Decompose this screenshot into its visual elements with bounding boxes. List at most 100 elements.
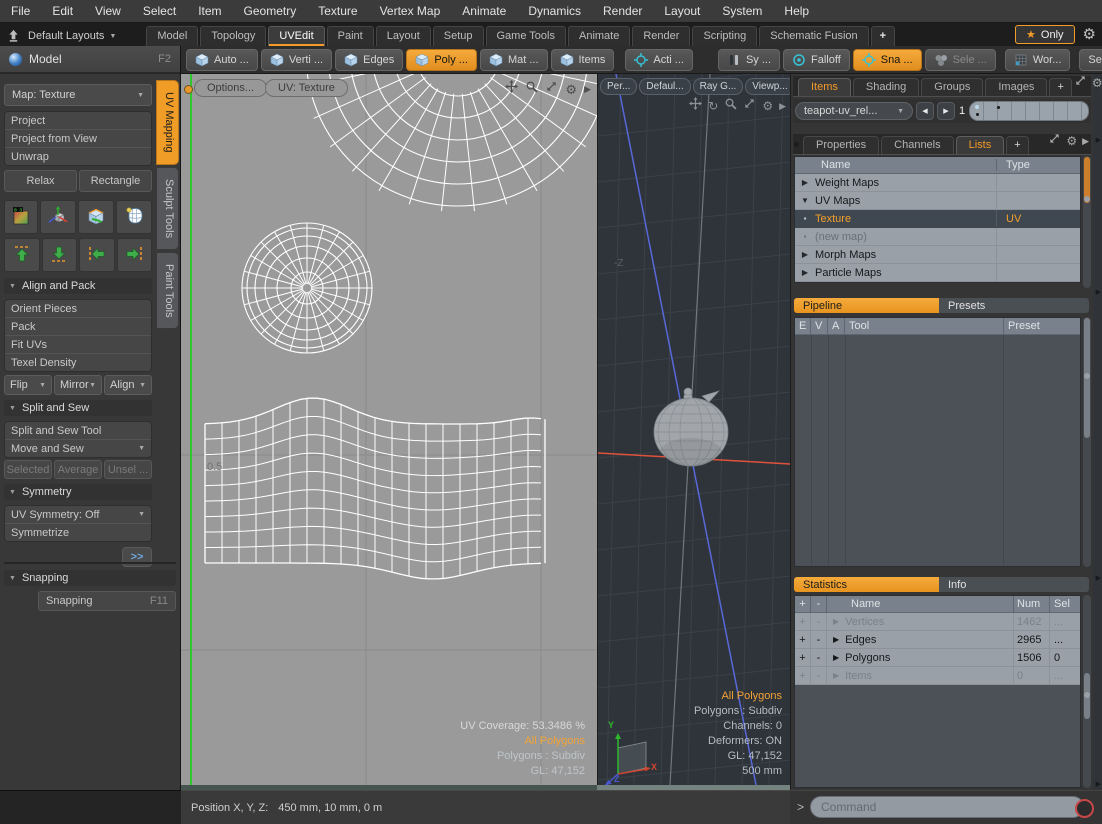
- snapping-button[interactable]: Snapping F11: [38, 591, 176, 611]
- menu-item-vertex-map[interactable]: Vertex Map: [369, 0, 452, 22]
- gear-icon[interactable]: ⚙: [762, 100, 773, 112]
- magnify-icon[interactable]: [525, 80, 538, 98]
- command-input[interactable]: [810, 796, 1084, 818]
- expand-plus-button[interactable]: +: [795, 631, 811, 648]
- move-icon[interactable]: [689, 97, 702, 115]
- move-icon[interactable]: [505, 80, 518, 98]
- menu-item-texture[interactable]: Texture: [307, 0, 368, 22]
- menu-item-select[interactable]: Select: [132, 0, 187, 22]
- tab-uv-mapping[interactable]: UV Mapping: [156, 80, 179, 165]
- extrude-tool-button[interactable]: [78, 200, 114, 234]
- layout-tab-uvedit[interactable]: UVEdit: [268, 26, 324, 46]
- texel-density-button[interactable]: Texel Density: [5, 353, 151, 371]
- default-layouts-dropdown[interactable]: Default Layouts ▼: [28, 30, 116, 42]
- statistics-scrollbar[interactable]: [1083, 595, 1091, 788]
- layout-tab-model[interactable]: Model: [146, 26, 198, 46]
- menu-item-item[interactable]: Item: [187, 0, 232, 22]
- expand-plus-button[interactable]: +: [795, 667, 811, 684]
- fit-uvs-button[interactable]: Fit UVs: [5, 335, 151, 353]
- toolbar-button-mat[interactable]: Mat ...: [480, 49, 548, 71]
- uv-wrap-tool-button[interactable]: [116, 200, 152, 234]
- panel-collapse-arrow-icon[interactable]: ▶: [1096, 136, 1101, 144]
- section-snapping[interactable]: ▼ Snapping: [4, 570, 176, 586]
- collapsed-arrow-icon[interactable]: ▶: [795, 178, 815, 187]
- expand-plus-button[interactable]: +: [795, 613, 811, 630]
- rectangle-button[interactable]: Rectangle: [79, 170, 152, 192]
- collapse-minus-button[interactable]: -: [811, 667, 827, 684]
- tab-pipeline[interactable]: Pipeline: [794, 298, 939, 313]
- expand-icon[interactable]: [743, 97, 756, 115]
- layout-tab-scripting[interactable]: Scripting: [692, 26, 757, 46]
- layout-export-icon[interactable]: [0, 25, 26, 45]
- magnify-icon[interactable]: [724, 97, 737, 115]
- expand-icon[interactable]: [545, 80, 558, 98]
- lists-row-uv-maps[interactable]: ▼UV Maps: [795, 192, 1080, 210]
- favorites-only-button[interactable]: ★ Only: [1015, 25, 1075, 44]
- mirror-dropdown[interactable]: Mirror▼: [54, 375, 102, 395]
- unwrap-button[interactable]: Unwrap: [5, 147, 151, 165]
- collapsed-arrow-icon[interactable]: ▶: [795, 250, 815, 259]
- tab-info[interactable]: Info: [939, 577, 1089, 592]
- collapse-minus-button[interactable]: -: [811, 649, 827, 666]
- project-from-view-button[interactable]: Project from View: [5, 129, 151, 147]
- properties-add-tab-button[interactable]: +: [1006, 136, 1028, 154]
- tab-viewport-options[interactable]: Viewp...: [745, 78, 790, 95]
- align-arrow-left-button[interactable]: [79, 238, 115, 272]
- layout-tab-schematic-fusion[interactable]: Schematic Fusion: [759, 26, 868, 46]
- play-icon[interactable]: ▶: [1082, 135, 1089, 147]
- collapsed-arrow-icon[interactable]: ▶: [833, 617, 839, 626]
- tab-groups[interactable]: Groups: [921, 78, 983, 96]
- unselected-button[interactable]: Unsel ...: [104, 460, 152, 479]
- uv-texture-tab[interactable]: UV: Texture: [265, 79, 348, 97]
- play-icon[interactable]: ▶: [779, 100, 786, 112]
- panel-collapse-arrow-icon[interactable]: ▶: [1096, 288, 1101, 296]
- panel-collapse-arrow-icon[interactable]: ▶: [1096, 574, 1101, 582]
- window-widget-dot-icon[interactable]: [794, 142, 799, 147]
- menu-item-view[interactable]: View: [84, 0, 132, 22]
- orient-pieces-button[interactable]: Orient Pieces: [5, 300, 151, 317]
- statistics-column-name[interactable]: Name: [827, 596, 1014, 612]
- statistics-column-sel[interactable]: Sel: [1050, 596, 1080, 612]
- layout-tab-topology[interactable]: Topology: [200, 26, 266, 46]
- layout-tab-game-tools[interactable]: Game Tools: [486, 26, 567, 46]
- layout-tab-layout[interactable]: Layout: [376, 26, 431, 46]
- column-type[interactable]: Type: [996, 159, 1080, 171]
- panel-edge-strip[interactable]: ▶▶▶▶▶: [1093, 74, 1102, 790]
- collapsed-arrow-icon[interactable]: ▶: [833, 653, 839, 662]
- pipeline-column-a[interactable]: A: [828, 318, 845, 334]
- tab-sculpt-tools[interactable]: Sculpt Tools: [156, 167, 179, 250]
- toolbar-button-auto[interactable]: Auto ...: [186, 49, 258, 71]
- gradient-tool-button[interactable]: 0 3: [4, 200, 38, 234]
- section-align-and-pack[interactable]: ▼ Align and Pack: [4, 278, 152, 294]
- menu-item-render[interactable]: Render: [592, 0, 653, 22]
- pipeline-column-e[interactable]: E: [795, 318, 811, 334]
- selected-button[interactable]: Selected: [4, 460, 52, 479]
- toolbar-button-edges[interactable]: Edges: [335, 49, 403, 71]
- tab-images[interactable]: Images: [985, 78, 1047, 96]
- uv-symmetry-dropdown[interactable]: UV Symmetry: Off ▼: [5, 506, 151, 523]
- split-sew-tool-button[interactable]: Split and Sew Tool: [5, 422, 151, 439]
- project-button[interactable]: Project: [5, 112, 151, 129]
- tab-perspective[interactable]: Per...: [600, 78, 637, 95]
- expanded-arrow-icon[interactable]: ▼: [795, 196, 815, 205]
- add-layout-tab-button[interactable]: +: [871, 26, 895, 46]
- expand-icon[interactable]: [1074, 74, 1087, 92]
- collapse-minus-button[interactable]: -: [811, 631, 827, 648]
- statistics-row-vertices[interactable]: +-▶Vertices1462...: [795, 613, 1080, 631]
- average-button[interactable]: Average: [54, 460, 102, 479]
- toolbar-button-sna[interactable]: Sna ...: [853, 49, 922, 71]
- toolbar-button-sele[interactable]: Sele ...: [925, 49, 996, 71]
- align-arrow-down-button[interactable]: [42, 238, 78, 272]
- tab-default-shading[interactable]: Defaul...: [639, 78, 690, 95]
- pipeline-empty-body[interactable]: [795, 335, 1080, 566]
- next-scene-button[interactable]: ▶: [937, 102, 955, 120]
- statistics-column-num[interactable]: Num: [1014, 596, 1050, 612]
- statistics-row-polygons[interactable]: +-▶Polygons15060: [795, 649, 1080, 667]
- menu-item-dynamics[interactable]: Dynamics: [517, 0, 592, 22]
- collapsed-arrow-icon[interactable]: ▶: [795, 268, 815, 277]
- play-icon[interactable]: ▶: [584, 83, 591, 96]
- statistics-row-items[interactable]: +-▶Items0...: [795, 667, 1080, 685]
- menu-item-geometry[interactable]: Geometry: [233, 0, 308, 22]
- column-name[interactable]: Name: [795, 159, 996, 171]
- tab-items[interactable]: Items: [798, 78, 851, 96]
